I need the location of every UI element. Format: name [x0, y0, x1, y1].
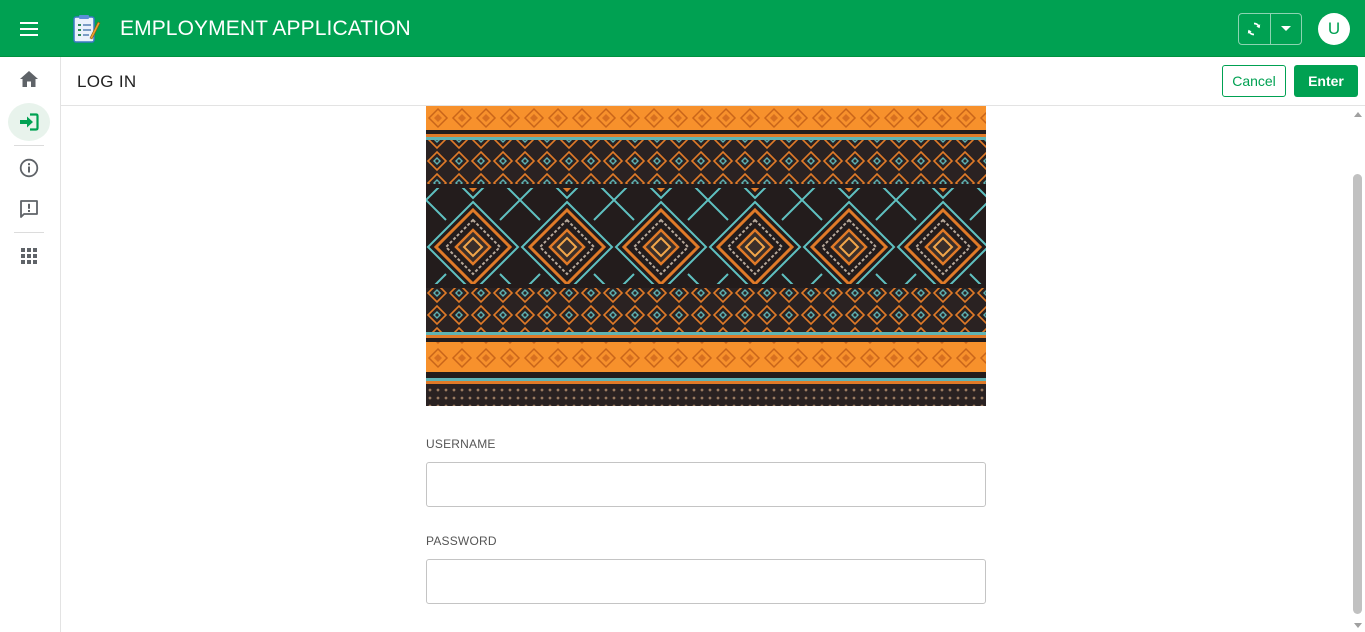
app-title: EMPLOYMENT APPLICATION [120, 17, 411, 40]
cancel-button[interactable]: Cancel [1222, 65, 1286, 97]
password-label: PASSWORD [426, 534, 497, 548]
rail-item-home[interactable] [8, 60, 50, 98]
login-arrow-icon [20, 113, 39, 131]
feedback-icon [20, 200, 38, 218]
enter-button[interactable]: Enter [1294, 65, 1358, 97]
rail-item-feedback[interactable] [8, 190, 50, 228]
user-avatar[interactable]: U [1318, 13, 1350, 45]
sync-icon[interactable] [1239, 14, 1270, 44]
home-icon [20, 71, 38, 87]
rail-divider [14, 232, 44, 233]
login-form-area: USERNAME PASSWORD [61, 106, 1351, 632]
username-label: USERNAME [426, 437, 496, 451]
side-rail [0, 57, 61, 632]
page-title: LOG IN [77, 72, 137, 91]
scroll-up-arrow-icon[interactable] [1354, 112, 1362, 117]
caret-down-icon[interactable] [1269, 14, 1301, 44]
password-field[interactable] [426, 559, 986, 604]
app-bar: EMPLOYMENT APPLICATION U [0, 0, 1365, 57]
rail-divider [14, 145, 44, 146]
rail-item-apps[interactable] [8, 237, 50, 275]
application-form-logo-icon [71, 14, 101, 44]
scrollbar-thumb[interactable] [1353, 174, 1362, 614]
vertical-scrollbar[interactable] [1351, 106, 1365, 632]
apps-grid-icon [21, 248, 37, 264]
info-icon [19, 158, 39, 178]
hamburger-menu-icon[interactable] [14, 14, 44, 44]
page-header: LOG IN Cancel Enter [61, 57, 1365, 106]
sync-button-group [1238, 13, 1302, 45]
username-field[interactable] [426, 462, 986, 507]
tribal-pattern-banner [426, 106, 986, 406]
rail-item-info[interactable] [8, 149, 50, 187]
rail-item-login[interactable] [8, 103, 50, 141]
scroll-down-arrow-icon[interactable] [1354, 623, 1362, 628]
